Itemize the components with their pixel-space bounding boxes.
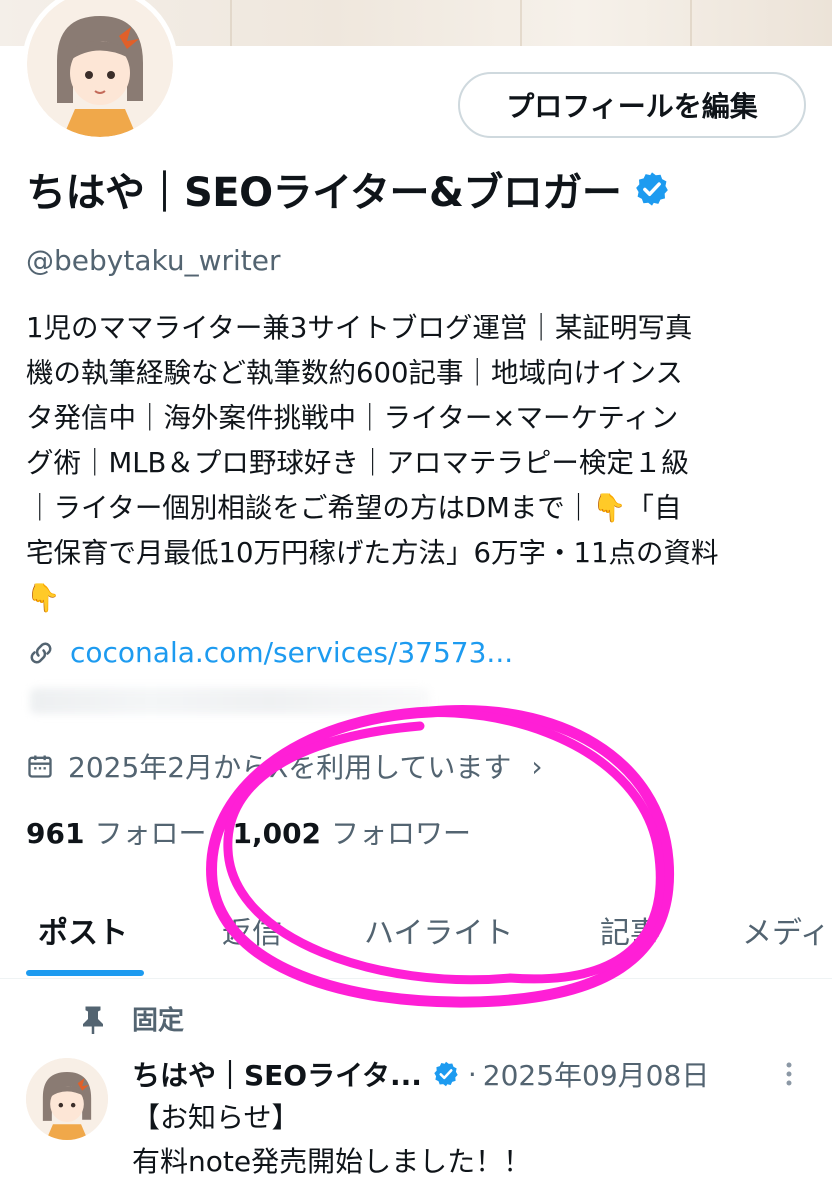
- tab-media[interactable]: メディア: [742, 908, 832, 952]
- pinned-label: 固定: [132, 1006, 185, 1036]
- followers-label: フォロワー: [331, 817, 472, 850]
- banner-decoration: [230, 0, 232, 46]
- tab-replies[interactable]: 返信: [222, 908, 282, 952]
- redacted-info-row: [30, 688, 430, 714]
- bio-line: グ術｜MLB＆プロ野球好き｜アロマテラピー検定１級: [26, 447, 689, 479]
- avatar-illustration: [27, 0, 173, 137]
- more-icon[interactable]: [784, 1060, 794, 1088]
- following-count: 961: [26, 817, 85, 850]
- bio-line: 👇: [26, 582, 61, 614]
- profile-handle: @bebytaku_writer: [26, 244, 281, 277]
- profile-bio: 1児のママライター兼3サイトブログ運営｜某証明写真 機の執筆経験など執筆数約60…: [26, 306, 816, 621]
- tab-articles[interactable]: 記事: [600, 908, 660, 952]
- display-name: ちはや｜SEOライター&ブロガー: [26, 170, 622, 216]
- chevron-right-icon: ›: [531, 749, 543, 783]
- edit-profile-button[interactable]: プロフィールを編集: [458, 72, 806, 138]
- followers-stat[interactable]: 1,002 フォロワー: [232, 812, 471, 852]
- post-date[interactable]: 2025年09月08日: [483, 1054, 710, 1094]
- verified-badge-icon[interactable]: [633, 170, 671, 208]
- post-text[interactable]: 【お知らせ】 有料note発売開始しました！！: [132, 1096, 531, 1184]
- followers-count: 1,002: [232, 817, 322, 850]
- pin-icon: [83, 1006, 103, 1034]
- post-author-avatar[interactable]: [26, 1058, 108, 1140]
- tab-highlights[interactable]: ハイライト: [364, 908, 513, 952]
- verified-badge-icon[interactable]: [432, 1060, 460, 1088]
- joined-date-text: 2025年2月からXを利用しています: [68, 751, 512, 784]
- joined-date-row[interactable]: 2025年2月からXを利用しています ›: [26, 746, 543, 786]
- post-text-line: 有料note発売開始しました！！: [132, 1145, 532, 1178]
- profile-tabs: ポスト 返信 ハイライト 記事 メディア: [0, 890, 832, 979]
- banner-decoration: [690, 0, 692, 46]
- bio-line: 宅保育で月最低10万円稼げた方法」6万字・11点の資料: [26, 537, 719, 569]
- follow-stats: 961 フォロー 1,002 フォロワー: [26, 812, 497, 852]
- post-text-line: 【お知らせ】: [132, 1101, 300, 1134]
- profile-link-row: coconala.com/services/37573...: [26, 636, 513, 669]
- profile-name-row: ちはや｜SEOライター&ブロガー: [26, 160, 671, 218]
- following-label: フォロー: [94, 817, 207, 850]
- bio-line: 1児のママライター兼3サイトブログ運営｜某証明写真: [26, 312, 693, 344]
- bio-line: タ発信中｜海外案件挑戦中｜ライター×マーケティン: [26, 402, 679, 434]
- profile-website-link[interactable]: coconala.com/services/37573...: [70, 636, 513, 669]
- bio-line: 機の執筆経験など執筆数約600記事｜地域向けインス: [26, 357, 683, 389]
- banner-decoration: [520, 0, 522, 46]
- active-tab-indicator: [26, 970, 144, 976]
- calendar-icon: [28, 755, 52, 778]
- pinned-indicator: 固定: [80, 1000, 184, 1037]
- bio-line: ｜ライター個別相談をご希望の方はDMまで｜👇「自: [26, 492, 682, 524]
- link-icon: [30, 642, 52, 663]
- post-header: ちはや｜SEOライタ... · 2025年09月08日: [132, 1054, 709, 1094]
- tab-posts[interactable]: ポスト: [38, 908, 128, 952]
- profile-avatar[interactable]: [22, 0, 178, 142]
- post-author-name[interactable]: ちはや｜SEOライタ...: [132, 1054, 422, 1094]
- following-stat[interactable]: 961 フォロー: [26, 812, 206, 852]
- separator-dot: ·: [467, 1057, 477, 1091]
